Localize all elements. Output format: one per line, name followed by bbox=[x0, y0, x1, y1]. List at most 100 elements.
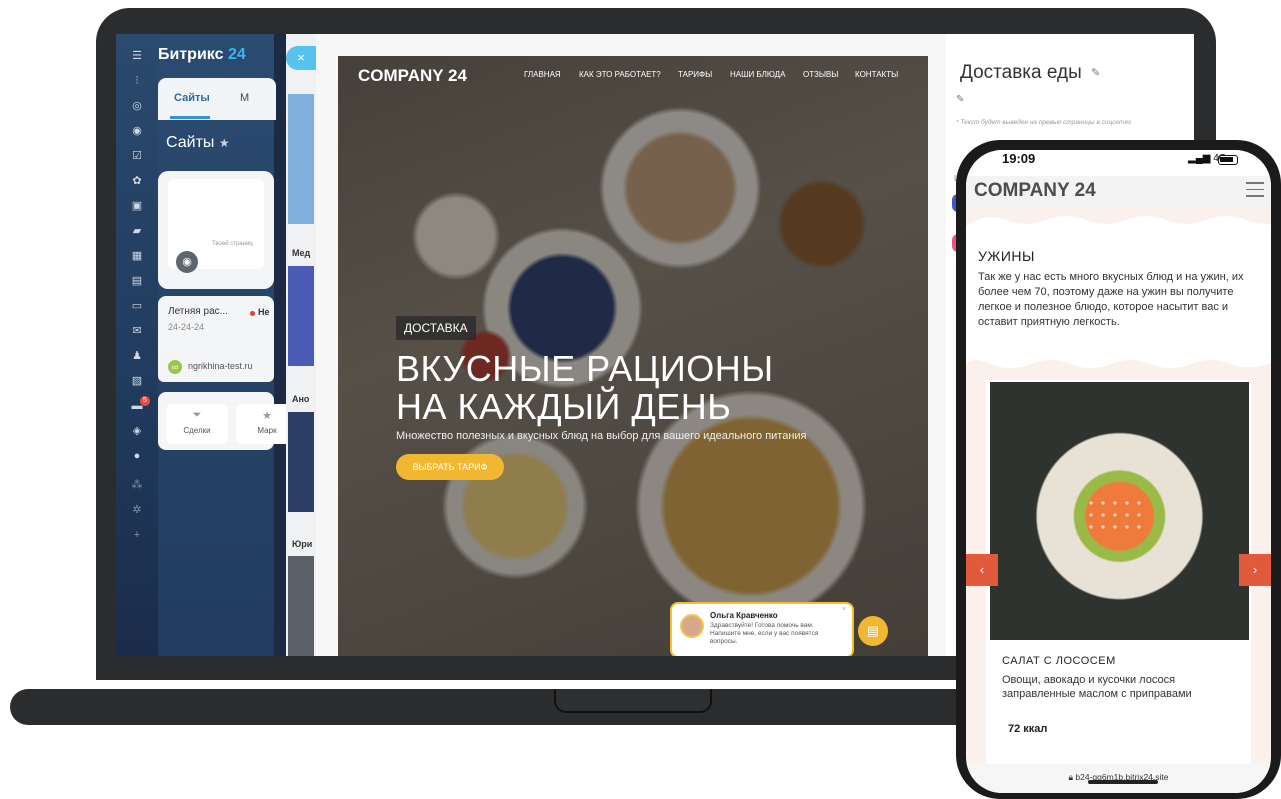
tasks-icon[interactable]: ▣ bbox=[116, 194, 158, 219]
contact-card-icon[interactable]: ▧ bbox=[116, 369, 158, 394]
inbox-icon[interactable]: ▬ bbox=[116, 394, 158, 419]
chat-agent-name: Ольга Кравченко bbox=[710, 611, 778, 620]
signal-icon: ▂▄▆ bbox=[1188, 153, 1211, 164]
promo-stage: ☰ ⫶ ◎ ◉ ☑ ✿ ▣ ▰ ▦ ▤ ▭ ✉ ♟ ▧ ▬ ◈ ● ⁂ ✲ + … bbox=[0, 0, 1281, 799]
tab-underline bbox=[170, 116, 210, 119]
site-label-3: Юри bbox=[292, 539, 313, 549]
chat-popup[interactable]: Ольга Кравченко Здравствуйте! Готова пом… bbox=[670, 602, 854, 656]
plus-icon[interactable]: + bbox=[116, 523, 158, 548]
nav-item-tariffs[interactable]: ТАРИФЫ bbox=[678, 70, 712, 79]
nav-item-home[interactable]: ГЛАВНАЯ bbox=[524, 70, 561, 79]
slider-prev-button[interactable]: ‹ bbox=[966, 554, 998, 586]
hero-title: ВКУСНЫЕ РАЦИОНЫ НА КАЖДЫЙ ДЕНЬ bbox=[396, 350, 916, 426]
people-icon[interactable]: ♟ bbox=[116, 344, 158, 369]
chevron-left-icon: ‹ bbox=[979, 562, 985, 577]
deals-label: Сделки bbox=[183, 426, 211, 435]
logo-text: Битрикс bbox=[158, 46, 224, 63]
domain-row[interactable]: ∞ ngrikhina-test.ru bbox=[158, 352, 274, 382]
landing-logo[interactable]: COMPANY 24 bbox=[358, 66, 467, 86]
site-label-1: Мед bbox=[292, 248, 311, 258]
message-icon: ▤ bbox=[866, 623, 880, 638]
bitrix-main: Битрикс 24 Сайты М Сайты ★ Твоей страниц… bbox=[158, 34, 298, 656]
dish-image bbox=[990, 382, 1249, 640]
document-icon[interactable]: ▤ bbox=[116, 269, 158, 294]
close-icon: × bbox=[297, 50, 305, 65]
filter-icon[interactable]: ⫶ bbox=[116, 69, 158, 94]
choose-tariff-button[interactable]: ВЫБРАТЬ ТАРИФ bbox=[396, 454, 504, 480]
dinner-section: УЖИНЫ Так же у нас есть много вкусных бл… bbox=[966, 226, 1271, 356]
link-icon: ∞ bbox=[168, 360, 182, 374]
gear-icon[interactable]: ✲ bbox=[116, 498, 158, 523]
close-slider-button[interactable]: × bbox=[286, 46, 316, 70]
chat-icon[interactable]: ▰ bbox=[116, 219, 158, 244]
avatar bbox=[680, 614, 704, 638]
drive-icon[interactable]: ▭ bbox=[116, 294, 158, 319]
mobile-logo[interactable]: COMPANY 24 bbox=[974, 180, 1096, 202]
laptop-notch bbox=[554, 689, 712, 713]
hero-title-line-1: ВКУСНЫЕ РАЦИОНЫ bbox=[396, 348, 774, 389]
status-time: 19:09 bbox=[1002, 151, 1036, 166]
site-thumb-2[interactable] bbox=[288, 266, 314, 366]
site-thumb-3[interactable] bbox=[288, 412, 314, 512]
box-icon[interactable]: ◈ bbox=[116, 419, 158, 444]
nav-item-how[interactable]: КАК ЭТО РАБОТАЕТ? bbox=[579, 70, 661, 79]
site-list-panel: Мед Ано Юри bbox=[286, 34, 316, 656]
mobile-header: COMPANY 24 bbox=[966, 176, 1271, 208]
wave-divider-bottom bbox=[966, 356, 1271, 368]
site-label-2: Ано bbox=[292, 394, 310, 404]
checkbox-icon[interactable]: ☑ bbox=[116, 144, 158, 169]
dish-title: САЛАТ С ЛОСОСЕМ bbox=[1002, 655, 1116, 667]
nav-item-reviews[interactable]: ОТЗЫВЫ bbox=[803, 70, 838, 79]
pencil-icon[interactable]: ✎ bbox=[1091, 66, 1100, 79]
deals-button[interactable]: ⏷ Сделки bbox=[166, 404, 228, 444]
nav-item-contacts[interactable]: КОНТАКТЫ bbox=[855, 70, 898, 79]
status-dot bbox=[250, 311, 255, 316]
site-date: 24-24-24 bbox=[168, 322, 205, 332]
settings-icon[interactable]: ✿ bbox=[116, 169, 158, 194]
star-icon[interactable]: ★ bbox=[219, 136, 230, 150]
chat-message: Здравствуйте! Готова помочь вам. Напишит… bbox=[710, 622, 819, 645]
tab-sites[interactable]: Сайты bbox=[174, 92, 210, 104]
chevron-right-icon: › bbox=[1252, 562, 1258, 577]
close-icon[interactable]: × bbox=[842, 606, 846, 613]
menu-icon[interactable]: ☰ bbox=[116, 44, 158, 69]
bitrix-logo[interactable]: Битрикс 24 bbox=[158, 46, 246, 64]
tab-bar: Сайты М bbox=[158, 78, 276, 120]
site-preview-caption: Твоей страниц bbox=[212, 241, 253, 247]
chat-open-button[interactable]: ▤ bbox=[858, 616, 888, 646]
pencil-icon[interactable]: ✎ bbox=[956, 94, 964, 105]
page-title-field[interactable]: Доставка еды bbox=[960, 62, 1082, 84]
mail-icon[interactable]: ✉ bbox=[116, 319, 158, 344]
nav-item-dishes[interactable]: НАШИ БЛЮДА bbox=[730, 70, 785, 79]
calendar-icon[interactable]: ▦ bbox=[116, 244, 158, 269]
section-title: УЖИНЫ bbox=[978, 248, 1035, 264]
eye-icon[interactable]: ◉ bbox=[176, 251, 198, 273]
hero-subtitle: Множество полезных и вкусных блюд на выб… bbox=[396, 430, 807, 442]
site-actions: ⏷ Сделки ★ Марк bbox=[158, 392, 298, 450]
tree-icon[interactable]: ⁂ bbox=[116, 473, 158, 498]
hamburger-icon[interactable] bbox=[1246, 182, 1264, 202]
cart-icon[interactable]: ◉ bbox=[116, 119, 158, 144]
hero-title-line-2: НА КАЖДЫЙ ДЕНЬ bbox=[396, 386, 732, 427]
site-name: Летняя рас... bbox=[168, 306, 228, 317]
site-status: Не bbox=[258, 307, 270, 317]
page-title: Сайты ★ bbox=[166, 134, 230, 152]
dish-card[interactable]: САЛАТ С ЛОСОСЕМ Овощи, авокадо и кусочки… bbox=[986, 380, 1251, 793]
lock-icon: 🔒︎ bbox=[1068, 772, 1074, 782]
seo-hint: * Текст будет выведен на превью страницы… bbox=[956, 119, 1132, 126]
battery-icon bbox=[1218, 155, 1238, 165]
check-circle-icon[interactable]: ● bbox=[116, 444, 158, 469]
slider-next-button[interactable]: › bbox=[1239, 554, 1271, 586]
domain-text: ngrikhina-test.ru bbox=[188, 361, 253, 371]
site-thumb-1[interactable] bbox=[288, 94, 314, 224]
landing-nav: ГЛАВНАЯ КАК ЭТО РАБОТАЕТ? ТАРИФЫ НАШИ БЛ… bbox=[524, 70, 924, 82]
logo-number: 24 bbox=[227, 46, 246, 63]
dish-calories: 72 ккал bbox=[1008, 723, 1048, 735]
site-thumb-4[interactable] bbox=[288, 556, 314, 656]
funnel-icon: ⏷ bbox=[192, 409, 202, 421]
tab-other[interactable]: М bbox=[240, 92, 249, 104]
activity-icon[interactable]: ◎ bbox=[116, 94, 158, 119]
site-preview-card[interactable]: Твоей страниц ◉ bbox=[158, 171, 274, 289]
dish-garnish bbox=[1085, 497, 1145, 537]
url-bar[interactable]: 🔒︎ b24-qg6m1b.bitrix24.site bbox=[966, 764, 1271, 793]
